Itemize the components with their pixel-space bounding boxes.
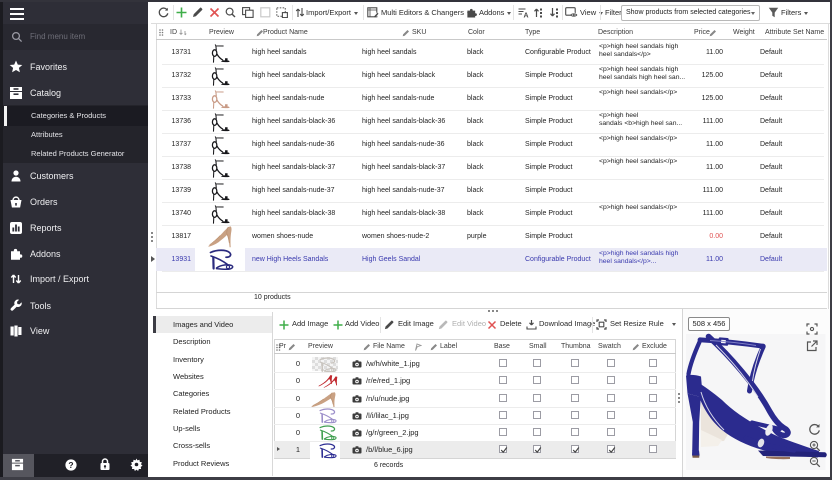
svg-text:?: ? — [68, 460, 73, 470]
svg-text:A: A — [524, 13, 529, 18]
